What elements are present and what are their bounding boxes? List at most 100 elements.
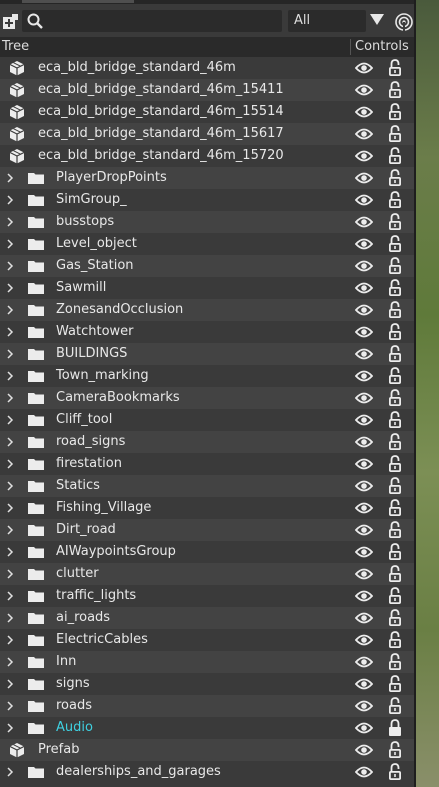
lock-open-icon[interactable] <box>388 235 402 253</box>
lock-open-icon[interactable] <box>388 323 402 341</box>
visibility-eye-icon[interactable] <box>355 699 373 713</box>
chevron-right-icon[interactable] <box>5 525 15 535</box>
chevron-right-icon[interactable] <box>5 635 15 645</box>
visibility-eye-icon[interactable] <box>355 61 373 75</box>
visibility-eye-icon[interactable] <box>355 655 373 669</box>
lock-open-icon[interactable] <box>388 213 402 231</box>
lock-open-icon[interactable] <box>388 411 402 429</box>
tree-row[interactable]: SimGroup_ <box>0 189 414 211</box>
lock-open-icon[interactable] <box>388 81 402 99</box>
tree-row[interactable]: Sawmill <box>0 277 414 299</box>
lock-open-icon[interactable] <box>388 169 402 187</box>
visibility-eye-icon[interactable] <box>355 479 373 493</box>
chevron-right-icon[interactable] <box>5 723 15 733</box>
lock-open-icon[interactable] <box>388 565 402 583</box>
chevron-right-icon[interactable] <box>5 547 15 557</box>
chevron-right-icon[interactable] <box>5 437 15 447</box>
visibility-eye-icon[interactable] <box>355 611 373 625</box>
visibility-eye-icon[interactable] <box>355 391 373 405</box>
tree-row[interactable]: traffic_lights <box>0 585 414 607</box>
tree-row[interactable]: ai_roads <box>0 607 414 629</box>
chevron-right-icon[interactable] <box>5 327 15 337</box>
visibility-eye-icon[interactable] <box>355 721 373 735</box>
chevron-right-icon[interactable] <box>5 701 15 711</box>
tree-row[interactable]: eca_bld_bridge_standard_46m_15617 <box>0 123 414 145</box>
lock-open-icon[interactable] <box>388 455 402 473</box>
lock-open-icon[interactable] <box>388 389 402 407</box>
tree-row[interactable]: clutter <box>0 563 414 585</box>
lock-open-icon[interactable] <box>388 257 402 275</box>
lock-open-icon[interactable] <box>388 543 402 561</box>
lock-open-icon[interactable] <box>388 345 402 363</box>
tree-row[interactable]: Town_marking <box>0 365 414 387</box>
tree-row[interactable]: BUILDINGS <box>0 343 414 365</box>
lock-open-icon[interactable] <box>388 631 402 649</box>
chevron-right-icon[interactable] <box>5 283 15 293</box>
chevron-right-icon[interactable] <box>5 349 15 359</box>
dropdown-arrow-icon[interactable] <box>370 14 384 26</box>
visibility-eye-icon[interactable] <box>355 765 373 779</box>
visibility-eye-icon[interactable] <box>355 105 373 119</box>
visibility-eye-icon[interactable] <box>355 545 373 559</box>
chevron-right-icon[interactable] <box>5 503 15 513</box>
chevron-right-icon[interactable] <box>5 239 15 249</box>
lock-open-icon[interactable] <box>388 59 402 77</box>
visibility-eye-icon[interactable] <box>355 633 373 647</box>
chevron-right-icon[interactable] <box>5 195 15 205</box>
tree-row[interactable]: Audio <box>0 717 414 739</box>
lock-open-icon[interactable] <box>388 499 402 517</box>
tree-row[interactable]: ZonesandOcclusion <box>0 299 414 321</box>
tree-row[interactable]: eca_bld_bridge_standard_46m <box>0 57 414 79</box>
visibility-eye-icon[interactable] <box>355 369 373 383</box>
visibility-eye-icon[interactable] <box>355 325 373 339</box>
chevron-right-icon[interactable] <box>5 481 15 491</box>
lock-open-icon[interactable] <box>388 587 402 605</box>
visibility-eye-icon[interactable] <box>355 677 373 691</box>
visibility-eye-icon[interactable] <box>355 149 373 163</box>
tree-row[interactable]: roads <box>0 695 414 717</box>
tree-row[interactable]: ElectricCables <box>0 629 414 651</box>
radar-icon[interactable] <box>394 12 414 32</box>
visibility-eye-icon[interactable] <box>355 237 373 251</box>
lock-open-icon[interactable] <box>388 521 402 539</box>
visibility-eye-icon[interactable] <box>355 83 373 97</box>
lock-open-icon[interactable] <box>388 675 402 693</box>
visibility-eye-icon[interactable] <box>355 457 373 471</box>
lock-open-icon[interactable] <box>388 191 402 209</box>
visibility-eye-icon[interactable] <box>355 171 373 185</box>
chevron-right-icon[interactable] <box>5 305 15 315</box>
chevron-right-icon[interactable] <box>5 459 15 469</box>
tree-row[interactable]: AIWaypointsGroup <box>0 541 414 563</box>
tree-row[interactable]: CameraBookmarks <box>0 387 414 409</box>
lock-open-icon[interactable] <box>388 279 402 297</box>
lock-open-icon[interactable] <box>388 301 402 319</box>
tree-row[interactable]: Cliff_tool <box>0 409 414 431</box>
visibility-eye-icon[interactable] <box>355 523 373 537</box>
lock-open-icon[interactable] <box>388 653 402 671</box>
visibility-eye-icon[interactable] <box>355 501 373 515</box>
filter-select[interactable]: All <box>288 10 366 32</box>
visibility-eye-icon[interactable] <box>355 303 373 317</box>
tree-row[interactable]: Fishing_Village <box>0 497 414 519</box>
chevron-right-icon[interactable] <box>5 173 15 183</box>
tree-row[interactable]: Prefab <box>0 739 414 761</box>
tree-row[interactable]: Level_object <box>0 233 414 255</box>
lock-open-icon[interactable] <box>388 103 402 121</box>
visibility-eye-icon[interactable] <box>355 259 373 273</box>
tree-row[interactable]: firestation <box>0 453 414 475</box>
visibility-eye-icon[interactable] <box>355 281 373 295</box>
tree-row[interactable]: road_signs <box>0 431 414 453</box>
tree-row[interactable]: Watchtower <box>0 321 414 343</box>
chevron-right-icon[interactable] <box>5 415 15 425</box>
lock-open-icon[interactable] <box>388 433 402 451</box>
lock-closed-icon[interactable] <box>388 719 402 737</box>
search-input[interactable] <box>48 11 276 31</box>
chevron-right-icon[interactable] <box>5 767 15 777</box>
lock-open-icon[interactable] <box>388 367 402 385</box>
tree-row[interactable]: Inn <box>0 651 414 673</box>
visibility-eye-icon[interactable] <box>355 347 373 361</box>
panel-tab[interactable] <box>22 0 134 3</box>
chevron-right-icon[interactable] <box>5 371 15 381</box>
visibility-eye-icon[interactable] <box>355 743 373 757</box>
lock-open-icon[interactable] <box>388 147 402 165</box>
